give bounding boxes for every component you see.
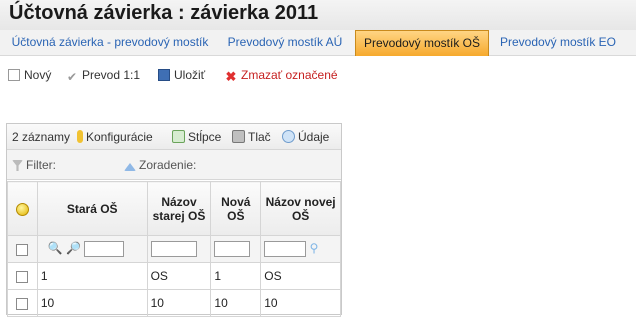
search-icon[interactable]: 🔍 xyxy=(48,241,63,255)
filter-input-stara-os[interactable] xyxy=(84,241,125,257)
cell-nazov-starej-os: 10 xyxy=(146,289,212,317)
tab-bar: Účtovná závierka - prevodový mostík Prev… xyxy=(0,30,636,56)
filter-row-checkbox-cell xyxy=(7,235,38,263)
filter-input-nova-os[interactable] xyxy=(214,241,251,257)
convert-button[interactable]: ✔ Prevod 1:1 xyxy=(66,66,140,84)
data-grid: 2 záznamy Konfigurácie Stĺpce Tlač Údaje… xyxy=(6,123,342,317)
config-label: Konfigurácie xyxy=(86,130,153,144)
row-checkbox[interactable] xyxy=(16,270,28,283)
convert-button-label: Prevod 1:1 xyxy=(82,68,141,82)
filter-cell-stara-os: 🔍 🔎 xyxy=(36,235,148,263)
config-icon xyxy=(77,130,83,143)
page-header: Účtovná závierka : závierka 2011 xyxy=(0,0,636,32)
lightbulb-icon[interactable]: ⚲ xyxy=(310,241,319,255)
cell-nazov-novej-os: 10 xyxy=(260,289,341,317)
filter-cell-nazov-starej-os xyxy=(146,235,212,263)
data-button[interactable]: Údaje xyxy=(282,129,329,145)
delete-x-icon: ✖ xyxy=(225,69,237,84)
cell-stara-os: 10 xyxy=(36,289,148,317)
header-row: Stará OŠ Názov starej OŠ Nová OŠ Názov n… xyxy=(7,181,341,236)
column-header-nova-os[interactable]: Nová OŠ xyxy=(210,181,262,236)
select-all-icon xyxy=(15,202,29,216)
row-checkbox-cell xyxy=(7,289,38,317)
save-disk-icon xyxy=(158,69,170,81)
tab-uctovna-zavierka[interactable]: Účtovná závierka - prevodový mostík xyxy=(10,30,210,56)
print-button[interactable]: Tlač xyxy=(232,129,271,145)
column-header-nazov-novej-os[interactable]: Názov novej OŠ xyxy=(260,181,341,236)
delete-selected-button[interactable]: ✖ Zmazať označené xyxy=(225,66,338,84)
select-all-header[interactable] xyxy=(7,181,38,236)
filter-cell-nova-os xyxy=(210,235,262,263)
cell-stara-os: 1 xyxy=(36,262,148,290)
table-row[interactable]: 1 OS 1 OS xyxy=(7,262,341,290)
tab-prevodovy-mostik-os[interactable]: Prevodový mostík OŠ xyxy=(355,30,489,56)
grid-toolbar: 2 záznamy Konfigurácie Stĺpce Tlač Údaje xyxy=(7,124,341,150)
data-icon xyxy=(282,130,295,143)
filter-button[interactable]: Filter: xyxy=(12,157,56,173)
filter-funnel-icon xyxy=(12,160,23,171)
new-document-icon xyxy=(8,69,20,81)
filter-row: 🔍 🔎 ⚲ xyxy=(7,235,341,263)
filter-cell-nazov-novej-os: ⚲ xyxy=(260,235,341,263)
sort-triangle-icon xyxy=(124,163,136,171)
row-checkbox[interactable] xyxy=(16,297,28,310)
delete-button-label: Zmazať označené xyxy=(241,68,338,82)
tab-prevodovy-mostik-eo[interactable]: Prevodový mostík EO xyxy=(496,30,620,56)
cell-nova-os: 10 xyxy=(210,289,262,317)
printer-icon xyxy=(232,130,245,143)
page-title: Účtovná závierka : závierka 2011 xyxy=(9,2,319,24)
cell-nova-os: 1 xyxy=(210,262,262,290)
main-toolbar: Nový ✔ Prevod 1:1 Uložiť ✖ Zmazať označené xyxy=(0,64,636,86)
grid-filter-bar: Filter: Zoradenie: xyxy=(7,150,341,180)
tab-prevodovy-mostik-au[interactable]: Prevodový mostík AÚ xyxy=(222,30,348,56)
search-zoom-icon[interactable]: 🔎 xyxy=(66,241,81,255)
table-row[interactable]: 10 10 10 10 xyxy=(7,289,341,317)
sort-label: Zoradenie: xyxy=(139,158,197,172)
new-button-label: Nový xyxy=(24,68,52,82)
data-label: Údaje xyxy=(298,130,330,144)
columns-label: Stĺpce xyxy=(188,130,222,144)
filter-row-checkbox[interactable] xyxy=(16,243,28,256)
columns-button[interactable]: Stĺpce xyxy=(172,129,221,145)
columns-icon xyxy=(172,130,185,143)
grid-table: Stará OŠ Názov starej OŠ Nová OŠ Názov n… xyxy=(7,181,341,317)
column-header-stara-os[interactable]: Stará OŠ xyxy=(36,181,148,236)
cell-nazov-starej-os: OS xyxy=(146,262,212,290)
new-button[interactable]: Nový xyxy=(8,66,51,84)
filter-label: Filter: xyxy=(26,158,56,172)
record-count: 2 záznamy xyxy=(12,130,71,144)
row-checkbox-cell xyxy=(7,262,38,290)
filter-input-nazov-novej-os[interactable] xyxy=(264,241,307,257)
cell-nazov-novej-os: OS xyxy=(260,262,341,290)
sort-button[interactable]: Zoradenie: xyxy=(124,157,196,173)
filter-input-nazov-starej-os[interactable] xyxy=(150,241,197,257)
configurations-button[interactable]: Konfigurácie xyxy=(77,129,153,145)
save-button[interactable]: Uložiť xyxy=(158,66,205,84)
column-header-nazov-starej-os[interactable]: Názov starej OŠ xyxy=(146,181,212,236)
checkmark-icon: ✔ xyxy=(66,70,78,84)
save-button-label: Uložiť xyxy=(174,68,206,82)
print-label: Tlač xyxy=(248,130,271,144)
